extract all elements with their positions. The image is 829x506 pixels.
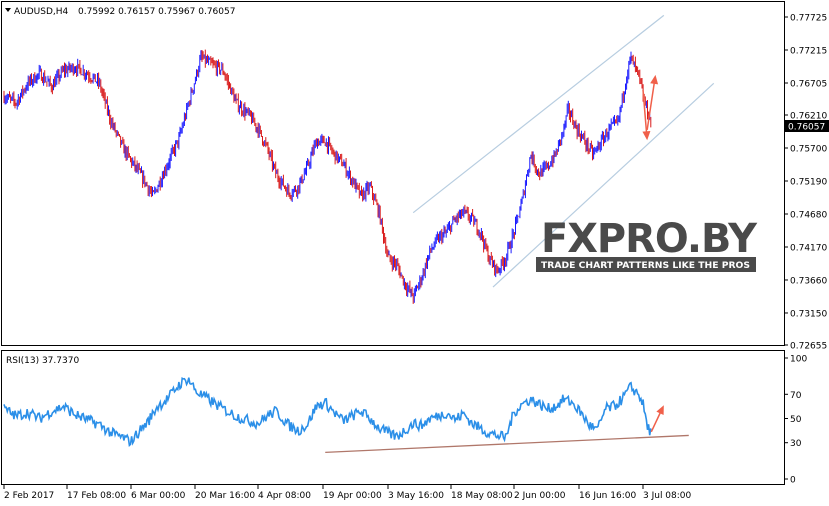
price-arrows	[642, 74, 659, 141]
watermark-tagline-text: TRADE CHART PATTERNS LIKE THE PROS	[541, 261, 750, 271]
dropdown-triangle-icon[interactable]	[5, 8, 11, 12]
channel-upper-line	[412, 14, 665, 214]
time-tick-label: 4 Apr 08:00	[258, 491, 311, 501]
rsi-tick-label: 70	[790, 391, 802, 401]
current-price-marker: 0.76057	[785, 120, 829, 133]
fxpro-watermark: FXPRO.BY TRADE CHART PATTERNS LIKE THE P…	[536, 216, 759, 272]
symbol-label: AUDUSD,H4	[14, 7, 69, 17]
price-tick-label: 0.77215	[790, 46, 827, 56]
price-tick-label: 0.76705	[790, 79, 827, 89]
time-tick-label: 6 Mar 00:00	[131, 491, 186, 501]
price-tick-label: 0.74680	[790, 210, 827, 220]
time-tick-label: 3 May 16:00	[388, 491, 444, 501]
chart-canvas: 0.777250.772150.767050.762100.757000.751…	[1, 1, 829, 501]
price-tick-label: 0.73150	[790, 309, 827, 319]
ohlc-label: 0.75992 0.76157 0.75967 0.76057	[78, 7, 235, 17]
rsi-axis: 100 70 50 30 0	[784, 355, 807, 486]
price-tick-label: 0.75190	[790, 178, 827, 188]
rsi-support-line	[325, 434, 689, 454]
rsi-arrow-shaft	[650, 410, 662, 433]
current-price-text: 0.76057	[788, 123, 825, 133]
rsi-tick-label: 0	[790, 476, 796, 486]
time-axis: 2 Feb 2017 17 Feb 08:00 6 Mar 00:00 20 Mar …	[3, 484, 692, 501]
price-tick-label: 0.77725	[790, 14, 827, 24]
rsi-line	[3, 377, 652, 448]
watermark-main-text: FXPRO.BY	[541, 216, 758, 262]
time-tick-label: 2 Jun 00:00	[514, 491, 566, 501]
rsi-tick-label: 100	[790, 355, 807, 365]
symbol-header: AUDUSD,H4 0.75992 0.76157 0.75967 0.7605…	[5, 7, 235, 17]
price-tick-label: 0.72655	[790, 342, 827, 352]
rsi-arrow	[650, 405, 664, 433]
rsi-panel-frame	[1, 350, 785, 485]
rsi-tick-label: 30	[790, 439, 802, 449]
rsi-tick-label: 50	[790, 415, 802, 425]
time-tick-label: 19 Apr 00:00	[323, 491, 382, 501]
price-arrow-1-head	[642, 130, 651, 141]
time-tick-label: 3 Jul 08:00	[643, 491, 692, 501]
time-tick-label: 2 Feb 2017	[4, 491, 54, 501]
price-tick-label: 0.73660	[790, 276, 827, 286]
rsi-trendline	[325, 434, 689, 454]
rsi-label: RSI(13) 37.7370	[6, 356, 79, 366]
price-axis: 0.777250.772150.767050.762100.757000.751…	[784, 14, 827, 352]
price-tick-label: 0.74170	[790, 243, 827, 253]
time-tick-label: 16 Jun 16:00	[579, 491, 636, 501]
time-tick-label: 20 Mar 16:00	[195, 491, 255, 501]
price-tick-label: 0.75700	[790, 145, 827, 155]
time-tick-label: 17 Feb 08:00	[67, 491, 126, 501]
price-arrow-2-head	[650, 74, 659, 85]
price-panel-frame	[1, 1, 785, 346]
time-tick-label: 18 May 08:00	[451, 491, 513, 501]
rsi-series-line	[3, 377, 652, 448]
